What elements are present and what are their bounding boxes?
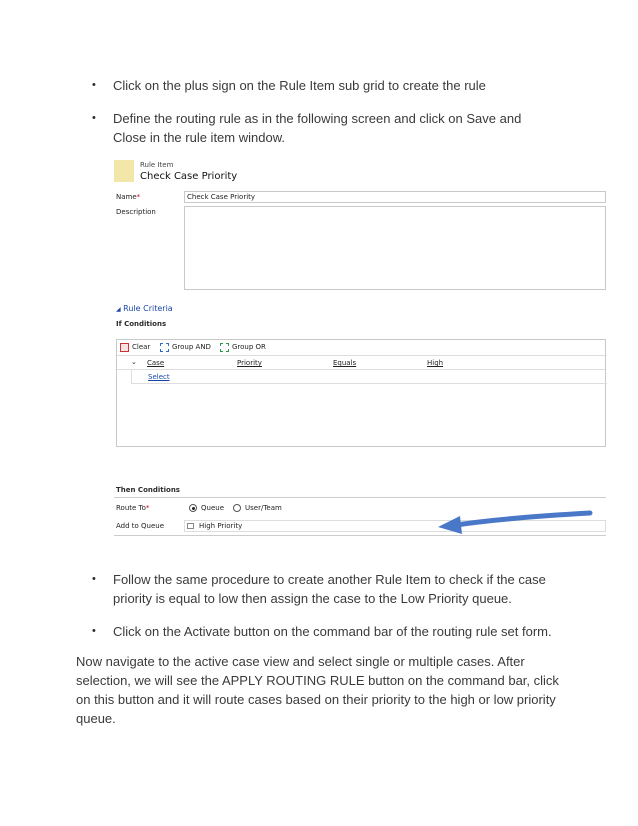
bullet-text: Click on the Activate button on the comm… xyxy=(113,624,552,639)
condition-attribute[interactable]: Priority xyxy=(237,359,262,367)
condition-operator[interactable]: Equals xyxy=(333,359,356,367)
clear-button[interactable]: Clear xyxy=(132,343,150,351)
select-link[interactable]: Select xyxy=(148,373,170,381)
bullet-text: Click on the plus sign on the Rule Item … xyxy=(113,78,486,93)
bullet-dot: • xyxy=(92,625,96,637)
route-to-label: Route To* xyxy=(116,504,150,512)
new-condition-row[interactable]: Select xyxy=(131,370,607,384)
user-team-radio-label: User/Team xyxy=(245,504,282,512)
queue-icon xyxy=(187,523,194,529)
if-conditions-label: If Conditions xyxy=(116,320,167,328)
group-or-button[interactable]: Group OR xyxy=(232,343,266,351)
group-or-icon[interactable] xyxy=(220,343,229,352)
rule-criteria-header[interactable]: ◢ Rule Criteria xyxy=(116,304,173,313)
queue-radio[interactable] xyxy=(189,504,197,512)
description-label: Description xyxy=(116,208,156,216)
group-and-icon[interactable] xyxy=(160,343,169,352)
then-conditions-label: Then Conditions xyxy=(116,486,180,494)
user-team-radio[interactable] xyxy=(233,504,241,512)
name-value: Check Case Priority xyxy=(187,193,256,201)
bullet-dot: • xyxy=(92,573,96,585)
bullet-dot: • xyxy=(92,79,96,91)
name-field[interactable]: Check Case Priority xyxy=(184,191,606,203)
conditions-grid: Clear Group AND Group OR ⌄ Case Priority… xyxy=(116,339,607,447)
bullet-text: Follow the same procedure to create anot… xyxy=(113,572,546,606)
queue-value[interactable]: High Priority xyxy=(199,522,242,530)
condition-row[interactable]: ⌄ Case Priority Equals High xyxy=(117,356,605,370)
chevron-down-icon[interactable]: ⌄ xyxy=(131,358,137,366)
condition-field[interactable]: Case xyxy=(147,359,164,367)
clear-icon[interactable] xyxy=(120,343,129,352)
description-field[interactable] xyxy=(184,206,606,290)
rule-item-screenshot: Rule Item Check Case Priority Name* Chec… xyxy=(114,156,607,542)
grid-toolbar: Clear Group AND Group OR xyxy=(117,340,605,356)
entity-label: Rule Item xyxy=(140,161,174,169)
name-label: Name* xyxy=(116,193,141,201)
bullet-text: Define the routing rule as in the follow… xyxy=(113,111,522,145)
condition-value[interactable]: High xyxy=(427,359,443,367)
collapse-triangle-icon: ◢ xyxy=(116,306,121,313)
queue-radio-label: Queue xyxy=(201,504,224,512)
bullet-dot: • xyxy=(92,112,96,124)
body-paragraph: Now navigate to the active case view and… xyxy=(76,654,559,726)
entity-icon xyxy=(114,160,134,182)
required-mark: * xyxy=(136,193,141,201)
entity-title: Check Case Priority xyxy=(140,171,238,182)
group-and-button[interactable]: Group AND xyxy=(172,343,211,351)
pointer-arrow-icon xyxy=(438,510,593,534)
add-to-queue-label: Add to Queue xyxy=(116,522,165,530)
divider xyxy=(114,497,606,498)
